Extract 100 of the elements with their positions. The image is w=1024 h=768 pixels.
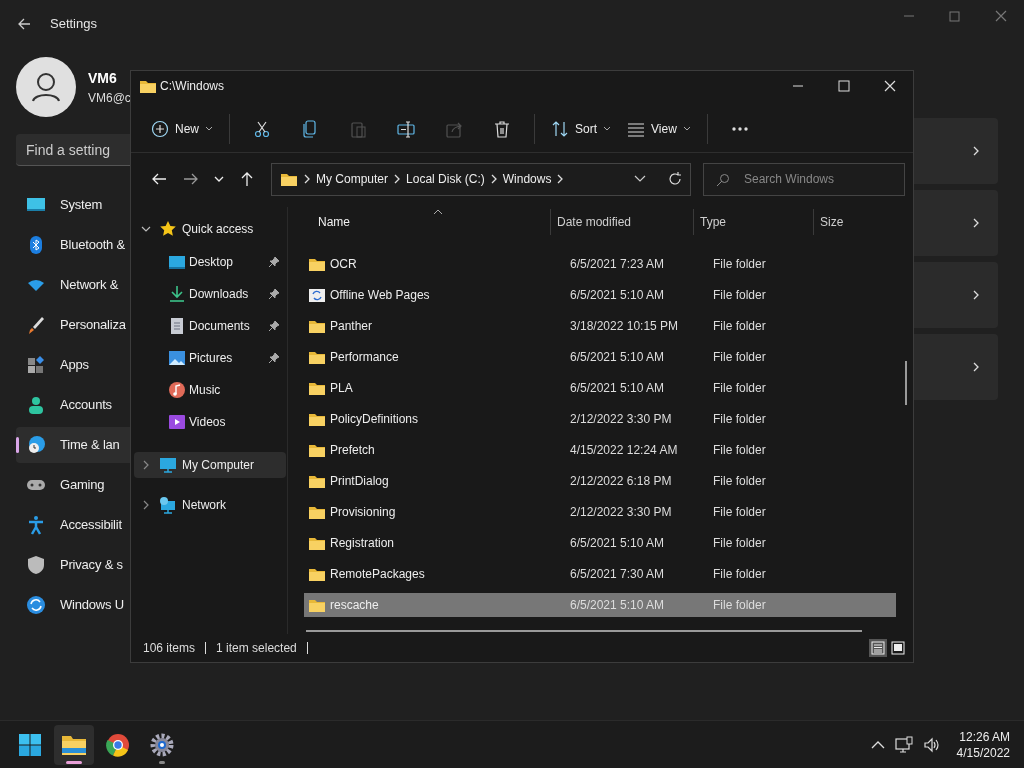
settings-nav-item[interactable]: Windows U — [16, 587, 130, 623]
chevron-right-icon[interactable] — [141, 460, 151, 470]
caret-icon — [603, 125, 612, 132]
type-cell-text: File folder — [713, 349, 767, 366]
settings-nav-item[interactable]: Time & lan — [16, 427, 130, 463]
picture-icon — [168, 349, 186, 367]
nav-tree-item[interactable]: Videos — [134, 406, 286, 438]
nav-tree-item[interactable]: Quick access — [134, 216, 286, 242]
nav-tree-item[interactable]: My Computer — [134, 452, 286, 478]
file-row[interactable]: PrintDialog 2/12/2022 6:18 PM File folder — [304, 469, 896, 493]
preview-view-icon[interactable] — [889, 639, 907, 657]
folder-icon — [308, 256, 326, 272]
file-name: rescache — [330, 597, 380, 614]
speaker-icon[interactable] — [922, 735, 941, 754]
nav-tree-item[interactable]: Downloads — [134, 278, 286, 310]
file-row[interactable]: RemotePackages 6/5/2021 7:30 AM File folder — [304, 562, 896, 586]
date-cell-text: 6/5/2021 5:10 AM — [570, 597, 666, 614]
date-cell-text: 4/15/2022 12:24 AM — [570, 442, 679, 459]
taskbar-button[interactable] — [54, 724, 94, 765]
file-row[interactable]: Performance 6/5/2021 5:10 AM File folder — [304, 345, 896, 369]
breadcrumb-item[interactable]: Windows — [502, 170, 552, 188]
brush-icon — [26, 315, 46, 335]
back-arrow-icon[interactable] — [16, 16, 32, 32]
file-row[interactable]: Prefetch 4/15/2022 12:24 AM File folder — [304, 438, 896, 462]
type-cell-text: File folder — [713, 535, 767, 552]
search-icon — [716, 172, 730, 187]
column-header[interactable]: Type — [700, 213, 726, 231]
file-name: Offline Web Pages — [330, 287, 431, 304]
file-name: OCR — [330, 256, 358, 273]
breadcrumb-item[interactable]: Local Disk (C:) — [406, 170, 485, 188]
folder-icon — [308, 318, 326, 334]
file-row[interactable]: Provisioning 2/12/2022 3:30 PM File folder — [304, 500, 896, 524]
folder-icon — [139, 78, 157, 94]
date-cell-text: 2/12/2022 3:30 PM — [570, 411, 673, 428]
file-name: Provisioning — [330, 504, 397, 521]
folder-icon — [308, 380, 326, 396]
date-cell-text: 6/5/2021 5:10 AM — [570, 380, 666, 397]
file-row[interactable]: OCR 6/5/2021 7:23 AM File folder — [304, 252, 896, 276]
breadcrumb-item[interactable]: My Computer — [316, 170, 389, 188]
accounts-icon — [26, 395, 46, 415]
type-cell-text: File folder — [713, 473, 767, 490]
settings-nav-item[interactable]: System — [16, 187, 130, 223]
privacy-icon — [26, 555, 46, 575]
nav-tree-item[interactable]: Desktop — [134, 246, 286, 278]
apps-icon — [26, 355, 46, 375]
address-bar[interactable]: My Computer Local Disk (C:) Windows — [271, 162, 691, 196]
nav-tree-item[interactable]: Music — [134, 374, 286, 406]
music-note-icon — [168, 381, 186, 399]
nav-tree-item[interactable]: Pictures — [134, 342, 286, 374]
search-field[interactable]: Search Windows — [703, 162, 905, 196]
view-button[interactable]: View — [619, 110, 699, 147]
copy-icon — [301, 119, 319, 138]
settings-nav-item[interactable]: Bluetooth & — [16, 227, 130, 263]
file-row[interactable]: Offline Web Pages 6/5/2021 5:10 AM File folder — [304, 283, 896, 307]
update-icon — [26, 595, 46, 615]
item-count: 106 items — [143, 640, 196, 657]
user-email: VM6@c — [88, 89, 131, 107]
file-row[interactable]: Registration 6/5/2021 5:10 AM File folder — [304, 531, 896, 555]
network-monitor-icon — [159, 496, 177, 514]
special-folder-icon — [308, 287, 326, 303]
network-icon[interactable] — [894, 735, 913, 754]
details-view-icon[interactable] — [869, 639, 887, 657]
column-header[interactable]: Size — [820, 213, 844, 231]
settings-nav-item[interactable]: Network & — [16, 267, 130, 303]
nav-tree-item[interactable]: Documents — [134, 310, 286, 342]
scissors-icon — [253, 119, 271, 138]
date-cell-text: 6/5/2021 5:10 AM — [570, 349, 666, 366]
file-row[interactable]: PolicyDefinitions 2/12/2022 3:30 PM File folder — [304, 407, 896, 431]
settings-nav-item[interactable]: Apps — [16, 347, 130, 383]
file-row[interactable]: rescache 6/5/2021 5:10 AM File folder — [304, 593, 896, 617]
clock[interactable]: 12:26 AM 4/15/2022 — [956, 728, 1010, 761]
file-name: Performance — [330, 349, 400, 366]
horizontal-scrollbar[interactable] — [306, 630, 862, 632]
folder-icon — [308, 566, 326, 582]
nav-tree-item[interactable]: Network — [134, 492, 286, 518]
window-title: C:\Windows — [160, 78, 224, 95]
file-row[interactable]: PLA 6/5/2021 5:10 AM File folder — [304, 376, 896, 400]
column-header[interactable]: Name — [318, 213, 350, 231]
settings-nav-item[interactable]: Gaming — [16, 467, 130, 503]
new-button[interactable]: New — [143, 110, 221, 147]
chevron-right-icon[interactable] — [141, 500, 151, 510]
sort-button[interactable]: Sort — [543, 110, 620, 147]
settings-nav-item[interactable]: Accessibilit — [16, 507, 130, 543]
file-row[interactable]: Panther 3/18/2022 10:15 PM File folder — [304, 314, 896, 338]
type-cell-text: File folder — [713, 504, 767, 521]
column-header[interactable]: Date modified — [557, 213, 632, 231]
star-icon — [159, 220, 177, 238]
chevron-down-icon[interactable] — [141, 224, 151, 234]
chevron-up-icon[interactable] — [870, 739, 885, 750]
refresh-icon[interactable] — [668, 172, 682, 186]
chevron-down-icon[interactable] — [634, 175, 646, 183]
settings-nav-item[interactable]: Privacy & s — [16, 547, 130, 583]
selection-count: 1 item selected — [216, 640, 297, 657]
vertical-scrollbar[interactable] — [905, 361, 907, 405]
search-field[interactable]: Find a setting — [16, 134, 130, 166]
settings-nav-item[interactable]: Accounts — [16, 387, 130, 423]
time-icon — [26, 435, 46, 455]
settings-nav-item[interactable]: Personaliza — [16, 307, 130, 343]
type-cell-text: File folder — [713, 287, 767, 304]
file-name: Registration — [330, 535, 396, 552]
